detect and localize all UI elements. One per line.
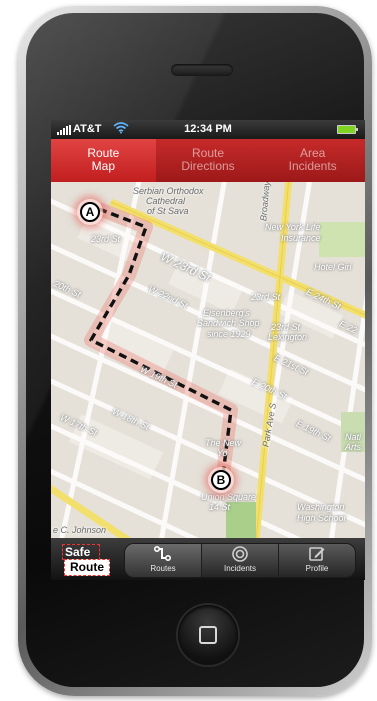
bottom-tab-bar: Safe Route Routes Incidents Profile — [51, 538, 365, 580]
map-label: 14 St — [209, 502, 231, 512]
logo-word-safe: Safe — [62, 544, 100, 560]
map-label: Arts — [345, 442, 362, 452]
home-square-icon — [199, 626, 217, 644]
tab-route-map[interactable]: Route Map — [51, 139, 156, 182]
logo-word-route: Route — [64, 559, 110, 576]
map-label: The New — [205, 438, 242, 448]
map-label: 23rd St — [251, 292, 281, 302]
top-segment-tabs: Route Map Route Directions Area Incident… — [51, 139, 365, 182]
map-label: Union Square — [201, 492, 257, 502]
map-label: 23rd St — [271, 322, 301, 332]
status-time: 12:34 PM — [184, 123, 232, 135]
tab-area-incidents-line2: Incidents — [288, 159, 337, 173]
map-label: e C. Johnson — [53, 525, 107, 535]
map-label: Hotel Giri — [314, 262, 352, 272]
map-label: High School — [297, 513, 346, 523]
tab-profile[interactable]: Profile — [279, 544, 355, 577]
map-label: Cathedral — [146, 196, 186, 206]
tab-route-map-line2: Map — [91, 159, 115, 173]
tab-routes-label: Routes — [150, 564, 176, 573]
tab-route-directions[interactable]: Route Directions — [155, 139, 261, 182]
tab-profile-label: Profile — [305, 564, 329, 573]
status-bar: AT&T 12:34 PM — [51, 120, 365, 139]
safe-route-logo: Safe Route — [62, 544, 110, 576]
phone-screen: AT&T 12:34 PM Route Map Route Directions… — [51, 120, 365, 580]
route-icon — [154, 546, 172, 562]
route-map[interactable]: Serbian Orthodox Cathedral of St Sava 23… — [51, 182, 365, 538]
map-label: Nati — [345, 432, 362, 442]
edit-profile-icon — [308, 546, 326, 562]
map-label: of St Sava — [147, 206, 189, 216]
map-label: Yo — [217, 448, 228, 458]
route-end-marker[interactable]: B — [211, 470, 231, 490]
tab-incidents-label: Incidents — [223, 564, 257, 573]
tab-incidents[interactable]: Incidents — [202, 544, 279, 577]
map-label: since 1929 — [207, 329, 251, 339]
map-label: Serbian Orthodox — [133, 186, 204, 196]
map-label: Insurance — [281, 233, 321, 243]
map-label: Sandwich Shop — [197, 318, 260, 328]
bottom-nav: Routes Incidents Profile — [124, 543, 356, 578]
map-label: 23rd St — [91, 234, 121, 244]
map-label: Lexington — [268, 332, 308, 342]
tab-route-directions-line2: Directions — [181, 159, 235, 173]
map-label: Eisenberg's — [203, 308, 250, 318]
battery-icon — [337, 125, 358, 134]
map-label: New York Life — [265, 222, 321, 232]
tab-routes[interactable]: Routes — [125, 544, 202, 577]
home-button[interactable] — [178, 605, 238, 665]
route-start-marker[interactable]: A — [80, 202, 100, 222]
phone-speaker — [171, 64, 233, 76]
target-icon — [231, 546, 249, 562]
map-label: Washington — [297, 502, 345, 512]
tab-area-incidents[interactable]: Area Incidents — [260, 139, 365, 182]
